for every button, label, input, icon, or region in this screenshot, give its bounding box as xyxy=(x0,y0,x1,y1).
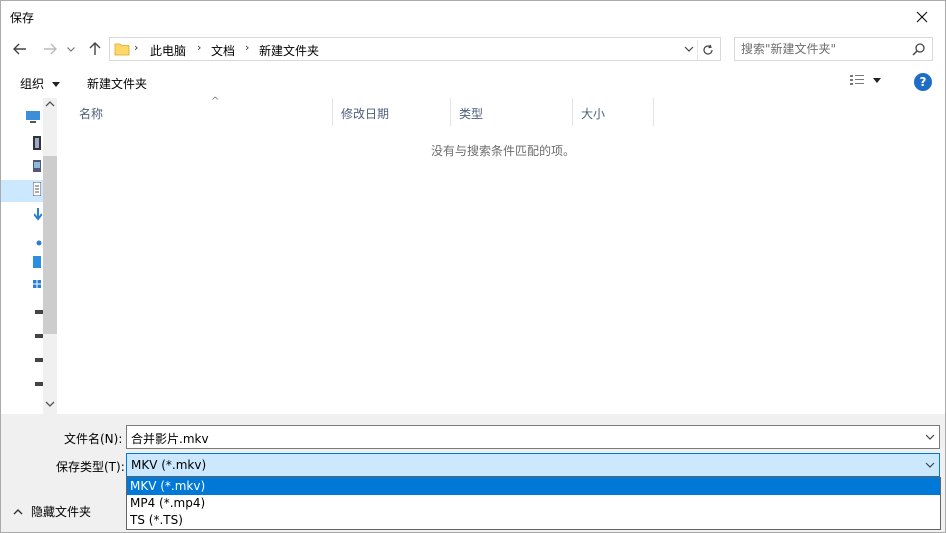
navigation-pane xyxy=(1,98,59,414)
breadcrumb-new-folder[interactable]: 新建文件夹 xyxy=(259,42,319,59)
refresh-icon xyxy=(702,44,713,55)
window-title: 保存 xyxy=(10,11,35,25)
downloads-folder-icon[interactable] xyxy=(34,208,42,222)
organize-label: 组织 xyxy=(20,77,45,91)
breadcrumb-separator: › xyxy=(245,41,250,54)
nav-scrollbar-thumb[interactable] xyxy=(43,156,57,334)
music-folder-icon[interactable] xyxy=(36,240,42,246)
filetype-option-ts[interactable]: TS (*.TS) xyxy=(127,512,940,529)
scroll-down-icon[interactable] xyxy=(44,400,56,408)
filename-label: 文件名(N): xyxy=(64,432,123,446)
up-button[interactable] xyxy=(84,38,106,60)
breadcrumb-documents[interactable]: 文档 xyxy=(211,42,235,59)
windows-drive-icon[interactable] xyxy=(33,280,41,288)
arrow-up-icon xyxy=(89,42,101,55)
command-bar: 组织 新建文件夹 ? xyxy=(1,66,945,98)
drive-icon[interactable] xyxy=(35,382,43,386)
filetype-value: MKV (*.mkv) xyxy=(131,458,207,472)
column-header-date-modified[interactable]: 修改日期 xyxy=(333,98,451,126)
filename-input[interactable]: 合并影片.mkv xyxy=(126,425,940,449)
documents-folder-icon[interactable] xyxy=(33,182,41,196)
desktop-folder-icon[interactable] xyxy=(33,256,41,268)
folder-icon xyxy=(114,43,130,56)
column-header-size[interactable]: 大小 xyxy=(573,98,654,126)
this-pc-icon[interactable] xyxy=(25,110,41,124)
address-bar[interactable]: › 此电脑 › 文档 › 新建文件夹 xyxy=(109,37,721,61)
recent-locations-button[interactable] xyxy=(64,38,78,60)
file-list: 名称 ^ 修改日期 类型 大小 没有与搜索条件匹配的项。 xyxy=(59,96,945,414)
chevron-up-icon xyxy=(13,509,23,515)
arrow-right-icon xyxy=(44,43,57,55)
search-icon[interactable] xyxy=(912,42,926,56)
column-header-name[interactable]: 名称 ^ xyxy=(71,96,333,126)
empty-list-message: 没有与搜索条件匹配的项。 xyxy=(431,144,576,158)
filetype-label: 保存类型(T): xyxy=(56,460,125,474)
drive-icon[interactable] xyxy=(35,310,43,314)
help-button[interactable]: ? xyxy=(914,73,932,91)
breadcrumb-this-pc[interactable]: 此电脑 xyxy=(150,42,186,59)
chevron-down-icon xyxy=(67,46,75,52)
chevron-down-icon[interactable] xyxy=(925,458,935,472)
hide-folders-label: 隐藏文件夹 xyxy=(31,505,92,519)
address-history-chevron-icon[interactable] xyxy=(684,42,694,56)
view-options-button[interactable] xyxy=(849,73,881,87)
back-button[interactable] xyxy=(9,38,31,60)
caret-down-icon xyxy=(873,77,881,83)
hide-folders-toggle[interactable]: 隐藏文件夹 xyxy=(13,503,91,520)
drive-icon[interactable] xyxy=(35,358,43,362)
filetype-select[interactable]: MKV (*.mkv) xyxy=(126,453,940,477)
chevron-down-icon[interactable] xyxy=(925,430,935,444)
drive-icon[interactable] xyxy=(35,334,43,338)
title-bar: 保存 xyxy=(1,1,945,32)
sort-ascending-icon: ^ xyxy=(211,96,220,107)
close-button[interactable] xyxy=(899,1,945,32)
close-icon xyxy=(916,11,928,22)
scroll-up-icon[interactable] xyxy=(44,100,56,108)
help-icon: ? xyxy=(919,75,927,89)
search-input[interactable] xyxy=(735,38,905,60)
refresh-button[interactable] xyxy=(697,40,717,60)
breadcrumb-separator: › xyxy=(134,41,139,54)
navigation-bar: › 此电脑 › 文档 › 新建文件夹 xyxy=(1,32,945,66)
search-box xyxy=(734,37,933,61)
pictures-folder-icon[interactable] xyxy=(33,160,41,172)
forward-button[interactable] xyxy=(39,38,61,60)
arrow-left-icon xyxy=(13,43,26,55)
filetype-dropdown-list: MKV (*.mkv) MP4 (*.mp4) TS (*.TS) xyxy=(126,477,941,530)
save-dialog: 保存 › 此电脑 › 文档 › 新建文件夹 搜索"新建文件夹" 组织 新建文件夹… xyxy=(0,0,946,533)
videos-folder-icon[interactable] xyxy=(33,136,41,150)
breadcrumb-separator: › xyxy=(197,41,202,54)
column-header-type[interactable]: 类型 xyxy=(451,98,573,126)
filetype-option-mp4[interactable]: MP4 (*.mp4) xyxy=(127,495,940,512)
filename-value: 合并影片.mkv xyxy=(131,432,209,446)
caret-down-icon xyxy=(51,82,60,87)
details-view-icon xyxy=(850,75,864,85)
new-folder-button[interactable]: 新建文件夹 xyxy=(87,75,147,92)
filetype-option-mkv[interactable]: MKV (*.mkv) xyxy=(127,478,940,495)
organize-button[interactable]: 组织 xyxy=(20,75,60,92)
